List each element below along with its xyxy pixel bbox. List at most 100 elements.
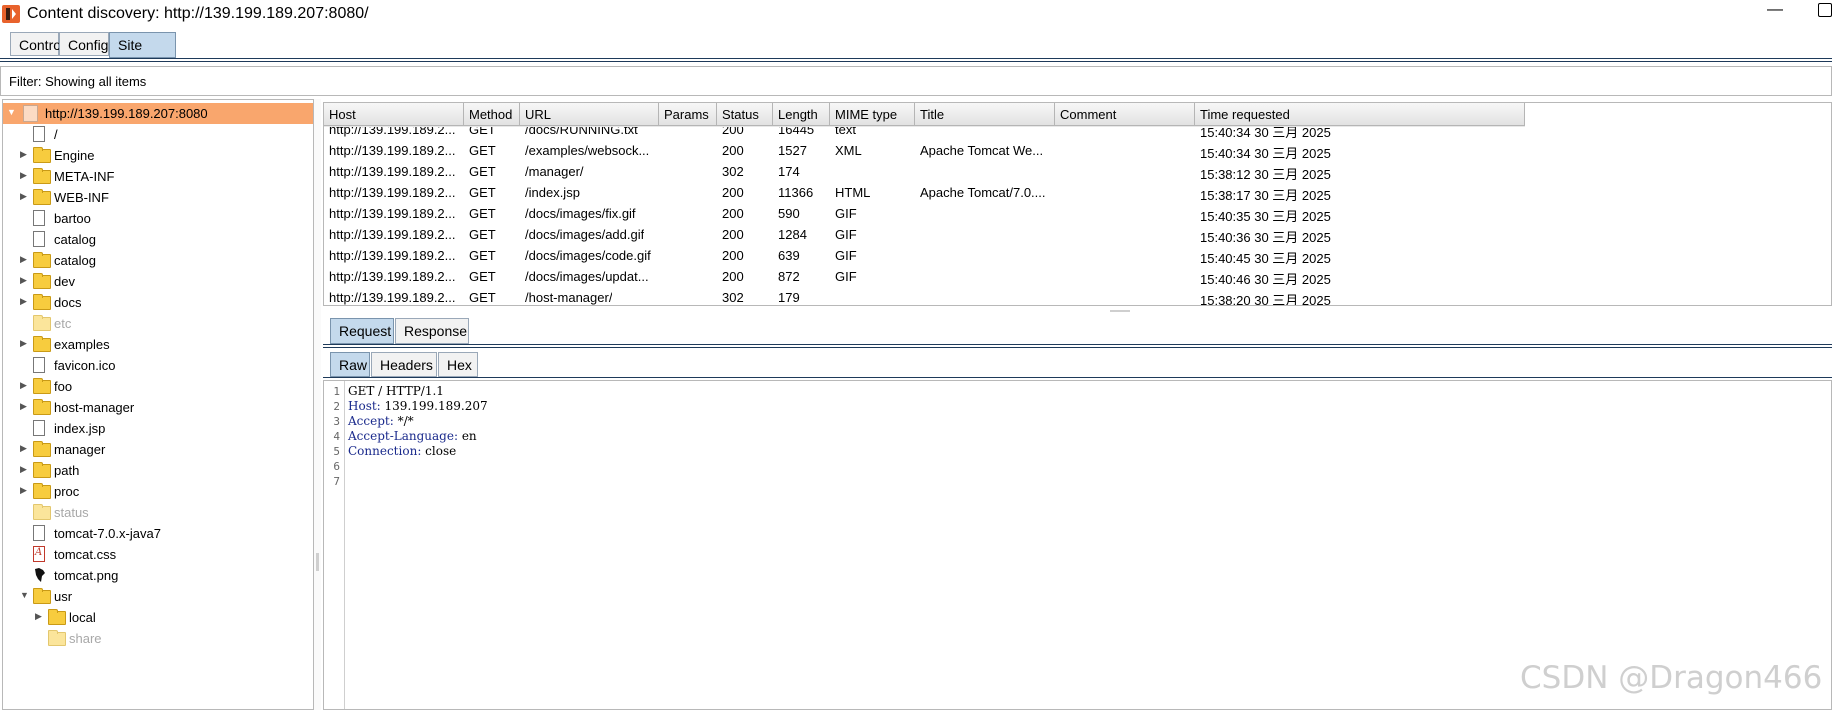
expand-arrow-icon[interactable]: ▶ bbox=[20, 275, 27, 286]
tree-item[interactable]: bartoo bbox=[3, 208, 313, 229]
tab-config[interactable]: Config bbox=[59, 32, 109, 56]
table-cell: /host-manager/ bbox=[525, 290, 613, 305]
expand-arrow-icon[interactable]: ▶ bbox=[20, 254, 27, 265]
expand-arrow-icon[interactable]: ▶ bbox=[35, 611, 42, 622]
tree-item[interactable]: status bbox=[3, 502, 313, 523]
expand-arrow-icon[interactable]: ▶ bbox=[20, 149, 27, 160]
tree-item[interactable]: ▶ local bbox=[3, 607, 313, 628]
tree-item[interactable]: index.jsp bbox=[3, 418, 313, 439]
table-cell: 15:38:12 30 三月 2025 bbox=[1200, 167, 1331, 182]
table-row[interactable]: http://139.199.189.2... GET/examples/webs… bbox=[324, 140, 1524, 161]
file-icon bbox=[33, 231, 45, 247]
table-cell: Apache Tomcat/7.0.... bbox=[920, 185, 1046, 200]
expand-arrow-icon[interactable]: ▼ bbox=[7, 107, 16, 117]
table-row[interactable]: http://139.199.189.2... GET/docs/RUNNING.… bbox=[324, 127, 1524, 140]
tree-item-label: tomcat-7.0.x-java7 bbox=[54, 526, 161, 541]
table-cell: /docs/images/fix.gif bbox=[525, 206, 636, 221]
tree-item[interactable]: ▶ catalog bbox=[3, 250, 313, 271]
tree-item[interactable]: share bbox=[3, 628, 313, 649]
tree-item[interactable]: ▶ META-INF bbox=[3, 166, 313, 187]
column-header[interactable]: Status bbox=[717, 103, 773, 126]
table-cell: 200 bbox=[722, 185, 744, 200]
collapse-arrow-icon[interactable]: ▼ bbox=[20, 590, 29, 600]
column-header[interactable]: Host bbox=[324, 103, 464, 126]
table-row[interactable]: http://139.199.189.2... GET/docs/images/a… bbox=[324, 224, 1524, 245]
horizontal-splitter-grip-icon[interactable] bbox=[1110, 310, 1130, 312]
expand-arrow-icon[interactable]: ▶ bbox=[20, 296, 27, 307]
expand-arrow-icon[interactable]: ▶ bbox=[20, 401, 27, 412]
tree-item[interactable]: ▶ path bbox=[3, 460, 313, 481]
tab-request[interactable]: Request bbox=[330, 318, 394, 344]
tree-item[interactable]: ▶ WEB-INF bbox=[3, 187, 313, 208]
table-row[interactable]: http://139.199.189.2... GET/index.jsp 200 1… bbox=[324, 182, 1524, 203]
table-row[interactable]: http://139.199.189.2... GET/host-manager/… bbox=[324, 287, 1524, 305]
table-cell: GET bbox=[469, 185, 496, 200]
tree-item-label: / bbox=[54, 127, 58, 142]
table-cell: 174 bbox=[778, 164, 800, 179]
column-header[interactable]: Time requested bbox=[1195, 103, 1525, 126]
header-key: Accept-Language bbox=[348, 429, 454, 443]
tree-item[interactable]: ▶ host-manager bbox=[3, 397, 313, 418]
watermark: CSDN @Dragon466 bbox=[1520, 660, 1823, 696]
maximize-button[interactable] bbox=[1818, 3, 1832, 17]
tree-item-label: catalog bbox=[54, 232, 96, 247]
tree-item[interactable]: ▶ dev bbox=[3, 271, 313, 292]
expand-arrow-icon[interactable]: ▶ bbox=[20, 464, 27, 475]
tree-item[interactable]: / bbox=[3, 124, 313, 145]
table-row[interactable]: http://139.199.189.2... GET/manager/302 17… bbox=[324, 161, 1524, 182]
table-cell: /docs/images/updat... bbox=[525, 269, 649, 284]
expand-arrow-icon[interactable]: ▶ bbox=[20, 380, 27, 391]
column-header[interactable]: Length bbox=[773, 103, 830, 126]
column-header[interactable]: URL bbox=[520, 103, 659, 126]
table-row[interactable]: http://139.199.189.2... GET/docs/images/u… bbox=[324, 266, 1524, 287]
message-tab-divider bbox=[323, 344, 1832, 348]
minimize-button[interactable]: — bbox=[1767, 1, 1783, 19]
tree-item[interactable]: Atomcat.css bbox=[3, 544, 313, 565]
column-header[interactable]: Method bbox=[464, 103, 520, 126]
tree-item[interactable]: ▶ Engine bbox=[3, 145, 313, 166]
tree-item[interactable]: etc bbox=[3, 313, 313, 334]
tree-item[interactable]: ▶ docs bbox=[3, 292, 313, 313]
tab-raw[interactable]: Raw bbox=[330, 352, 370, 377]
tab-hex[interactable]: Hex bbox=[438, 352, 478, 377]
tree-item[interactable]: favicon.ico bbox=[3, 355, 313, 376]
tree-item[interactable]: ▶ proc bbox=[3, 481, 313, 502]
column-header[interactable]: Params bbox=[659, 103, 717, 126]
table-cell: 15:40:45 30 三月 2025 bbox=[1200, 251, 1331, 266]
tree-item-label: index.jsp bbox=[54, 421, 106, 436]
expand-arrow-icon[interactable]: ▶ bbox=[20, 170, 27, 181]
expand-arrow-icon[interactable]: ▶ bbox=[20, 338, 27, 349]
tab-headers[interactable]: Headers bbox=[371, 352, 437, 377]
splitter-grip-icon[interactable] bbox=[316, 553, 319, 571]
column-header[interactable]: MIME type bbox=[830, 103, 915, 126]
tree-item-label: tomcat.css bbox=[54, 547, 117, 562]
tab-response[interactable]: Response bbox=[395, 318, 469, 344]
tab-control[interactable]: Control bbox=[10, 32, 64, 56]
column-header[interactable]: Comment bbox=[1055, 103, 1195, 126]
filter-label[interactable]: Filter: Showing all items bbox=[9, 74, 146, 89]
tree-item[interactable]: tomcat-7.0.x-java7 bbox=[3, 523, 313, 544]
tree-item[interactable]: ▶ manager bbox=[3, 439, 313, 460]
tree-item[interactable]: ▶ foo bbox=[3, 376, 313, 397]
request-line: Accept: */* bbox=[348, 414, 414, 428]
tree-item[interactable]: catalog bbox=[3, 229, 313, 250]
table-cell: XML bbox=[835, 143, 862, 158]
filter-bar[interactable]: Filter: Showing all items bbox=[0, 66, 1832, 96]
expand-arrow-icon[interactable]: ▶ bbox=[20, 485, 27, 496]
tree-item[interactable]: ▶ examples bbox=[3, 334, 313, 355]
column-header[interactable]: Title bbox=[915, 103, 1055, 126]
tree-root-node[interactable]: ▼ http://139.199.189.207:8080 bbox=[3, 103, 313, 124]
table-cell: 1284 bbox=[778, 227, 807, 242]
horizontal-splitter[interactable] bbox=[323, 308, 1832, 312]
table-row[interactable]: http://139.199.189.2... GET/docs/images/c… bbox=[324, 245, 1524, 266]
table-row[interactable]: http://139.199.189.2... GET/docs/images/f… bbox=[324, 203, 1524, 224]
tree-item[interactable]: ▼ usr bbox=[3, 586, 313, 607]
expand-arrow-icon[interactable]: ▶ bbox=[20, 443, 27, 454]
table-cell: 15:40:46 30 三月 2025 bbox=[1200, 272, 1331, 287]
vertical-splitter[interactable] bbox=[314, 99, 321, 710]
expand-arrow-icon[interactable]: ▶ bbox=[20, 191, 27, 202]
image-file-icon bbox=[33, 567, 51, 583]
tree-item[interactable]: tomcat.png bbox=[3, 565, 313, 586]
file-icon bbox=[33, 210, 45, 226]
tab-site-map[interactable]: Site map bbox=[109, 32, 176, 77]
